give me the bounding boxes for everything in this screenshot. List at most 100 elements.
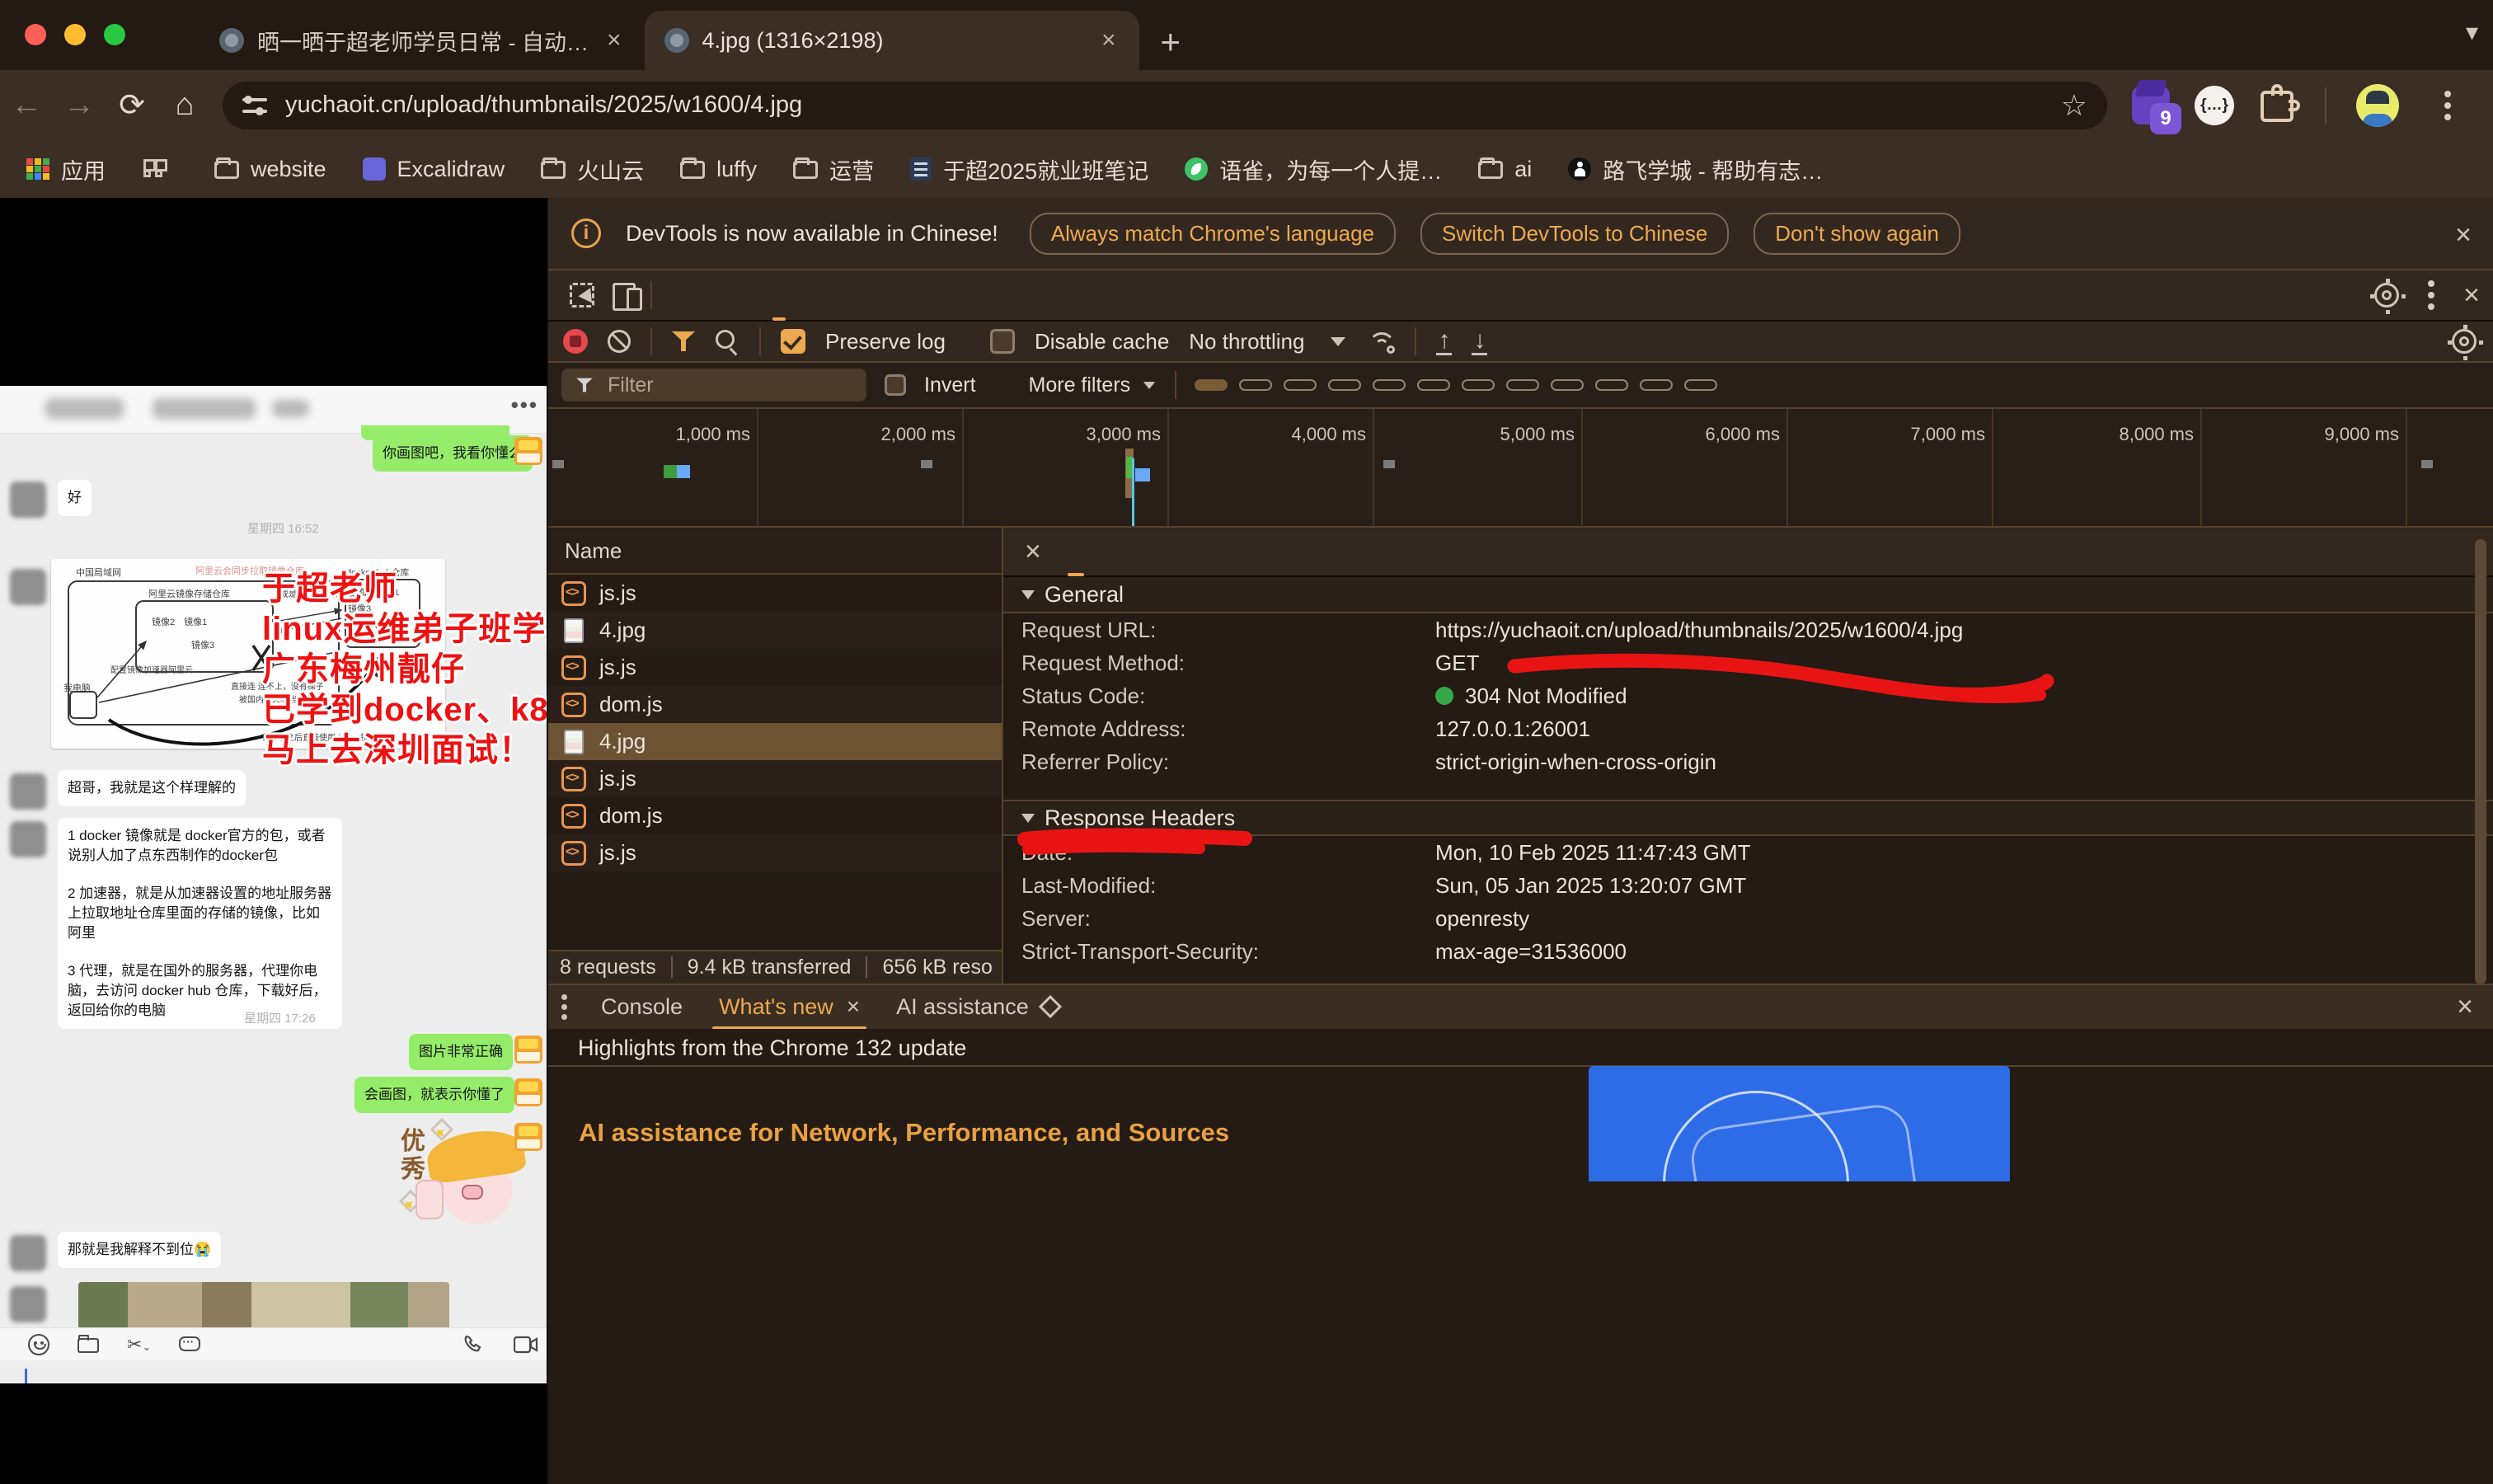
devtools-tab[interactable] — [942, 270, 979, 321]
screenshot-scissors-icon[interactable]: ✂⌄ — [127, 1334, 151, 1355]
url-text[interactable]: yuchaoit.cn/upload/thumbnails/2025/w1600… — [285, 92, 2051, 119]
detail-scrollbar[interactable] — [2475, 539, 2486, 984]
whats-new-highlights-header[interactable]: Highlights from the Chrome 132 update — [548, 1029, 2493, 1067]
new-tab-button[interactable]: + — [1139, 22, 1203, 70]
import-har-icon[interactable]: ↑ — [1436, 328, 1452, 355]
whats-new-article-image[interactable] — [1589, 1066, 2010, 1181]
forward-button[interactable]: → — [53, 87, 106, 123]
search-icon[interactable] — [715, 329, 739, 354]
extension-icon-braces[interactable]: {…} — [2195, 86, 2234, 125]
close-notice-icon[interactable]: × — [2455, 219, 2472, 251]
drawer-tab-ai-assistance[interactable]: AI assistance — [881, 984, 1073, 1030]
filter-pill[interactable] — [1551, 379, 1584, 391]
bookmark-item[interactable]: 于超2025就业班笔记 — [910, 153, 1148, 186]
devtools-tab[interactable] — [870, 270, 906, 321]
browser-menu-icon[interactable] — [2444, 87, 2452, 124]
file-icon[interactable] — [77, 1334, 99, 1355]
request-row[interactable]: dom.js — [548, 686, 1002, 723]
bookmark-item[interactable]: 运营 — [793, 153, 874, 186]
devtools-tab[interactable] — [797, 270, 833, 321]
filter-pill[interactable] — [1506, 379, 1539, 391]
tab-search-chevron-icon[interactable]: ▾ — [2466, 18, 2478, 47]
match-language-button[interactable]: Always match Chrome's language — [1030, 213, 1396, 255]
bookmark-item[interactable]: 路飞学城 - 帮助有志… — [1568, 153, 1823, 186]
home-button[interactable]: ⌂ — [158, 87, 211, 123]
browser-tab-1[interactable]: 晒一晒于超老师学员日常 - 自动… × — [200, 11, 645, 70]
detail-tab[interactable] — [1125, 527, 1158, 576]
devtools-tab[interactable] — [725, 270, 761, 321]
devtools-tab[interactable] — [761, 270, 797, 321]
bookmark-item[interactable]: website — [214, 157, 326, 182]
reload-button[interactable]: ⟳ — [106, 87, 158, 124]
filter-pill[interactable] — [1595, 379, 1628, 391]
network-settings-gear-icon[interactable] — [2452, 329, 2477, 354]
emoji-icon[interactable] — [28, 1334, 49, 1355]
video-call-icon[interactable] — [514, 1335, 538, 1355]
record-network-log-icon[interactable] — [563, 329, 588, 354]
more-filters-dropdown[interactable]: More filters — [1029, 373, 1157, 397]
headers-scroll-area[interactable]: General Request URL: https://yuchaoit.cn… — [1003, 577, 2493, 984]
bookmark-item[interactable]: luffy — [680, 157, 757, 182]
bookmark-item[interactable]: Excalidraw — [363, 157, 505, 182]
drawer-tab-whats-new[interactable]: What's new × — [704, 984, 875, 1030]
network-conditions-icon[interactable] — [1365, 329, 1395, 354]
bookmark-item[interactable]: 火山云 — [541, 153, 644, 186]
bookmark-item[interactable]: 应用 — [25, 153, 106, 186]
devtools-menu-icon[interactable] — [2427, 277, 2435, 313]
voice-call-icon[interactable] — [462, 1334, 484, 1355]
close-whats-new-icon[interactable]: × — [847, 993, 860, 1020]
request-row[interactable]: js.js — [548, 575, 1002, 612]
back-button[interactable]: ← — [0, 87, 53, 123]
bookmark-item[interactable] — [142, 158, 178, 180]
preserve-log-checkbox[interactable] — [781, 329, 805, 354]
address-bar[interactable]: yuchaoit.cn/upload/thumbnails/2025/w1600… — [223, 82, 2107, 129]
request-row[interactable]: 4.jpg — [548, 612, 1002, 649]
drawer-tab-console[interactable]: Console — [586, 984, 697, 1030]
filter-pill[interactable] — [1328, 379, 1361, 391]
settings-gear-icon[interactable] — [2374, 283, 2399, 308]
profile-avatar[interactable] — [2356, 84, 2399, 127]
filter-input[interactable]: Filter — [561, 369, 866, 402]
filter-pill[interactable] — [1417, 379, 1450, 391]
close-devtools-icon[interactable]: × — [2463, 279, 2480, 312]
browser-tab-2-active[interactable]: 4.jpg (1316×2198) × — [645, 11, 1139, 70]
drawer-menu-icon[interactable] — [561, 993, 568, 1021]
site-settings-icon[interactable] — [242, 95, 267, 116]
general-section-header[interactable]: General — [1003, 577, 2493, 613]
extension-icon-purple[interactable]: 9 — [2132, 87, 2170, 124]
extensions-puzzle-icon[interactable] — [2259, 87, 2295, 124]
devtools-tab[interactable] — [688, 270, 725, 321]
close-tab-icon[interactable]: × — [1096, 26, 1121, 54]
switch-chinese-button[interactable]: Switch DevTools to Chinese — [1420, 213, 1729, 255]
detail-tab[interactable] — [1224, 527, 1257, 576]
filter-pill[interactable] — [1195, 379, 1228, 391]
request-list-header[interactable]: Name — [548, 528, 1002, 575]
close-tab-icon[interactable]: × — [602, 26, 627, 54]
export-har-icon[interactable]: ↓ — [1472, 328, 1487, 355]
dont-show-again-button[interactable]: Don't show again — [1754, 213, 1960, 255]
chat-history-icon[interactable] — [179, 1334, 200, 1355]
whats-new-article-heading[interactable]: AI assistance for Network, Performance, … — [579, 1118, 1229, 1148]
throttling-dropdown[interactable]: No throttling — [1189, 329, 1345, 355]
devtools-tab[interactable] — [652, 270, 688, 321]
network-overview-timeline[interactable]: 1,000 ms 2,000 ms 3,000 ms 4,000 ms 5,00… — [548, 409, 2493, 528]
response-headers-section-header[interactable]: Response Headers — [1003, 800, 2493, 836]
inspect-element-icon[interactable] — [568, 281, 596, 309]
bookmark-item[interactable]: ai — [1478, 157, 1532, 182]
request-row[interactable]: js.js — [548, 649, 1002, 686]
request-row[interactable]: js.js — [548, 760, 1002, 797]
invert-checkbox[interactable] — [885, 374, 906, 396]
request-row[interactable]: 4.jpg — [548, 723, 1002, 760]
devtools-tab[interactable] — [979, 270, 1015, 321]
filter-pill[interactable] — [1373, 379, 1406, 391]
close-detail-icon[interactable]: × — [1012, 536, 1054, 568]
filter-pill[interactable] — [1239, 379, 1272, 391]
detail-tab[interactable] — [1059, 527, 1092, 576]
zoom-window-button[interactable] — [104, 24, 125, 45]
close-window-button[interactable] — [25, 24, 46, 45]
filter-icon[interactable] — [672, 330, 695, 353]
detail-tab[interactable] — [1191, 527, 1224, 576]
minimize-window-button[interactable] — [64, 24, 86, 45]
filter-pill[interactable] — [1284, 379, 1317, 391]
bookmark-star-icon[interactable]: ☆ — [2061, 88, 2087, 123]
